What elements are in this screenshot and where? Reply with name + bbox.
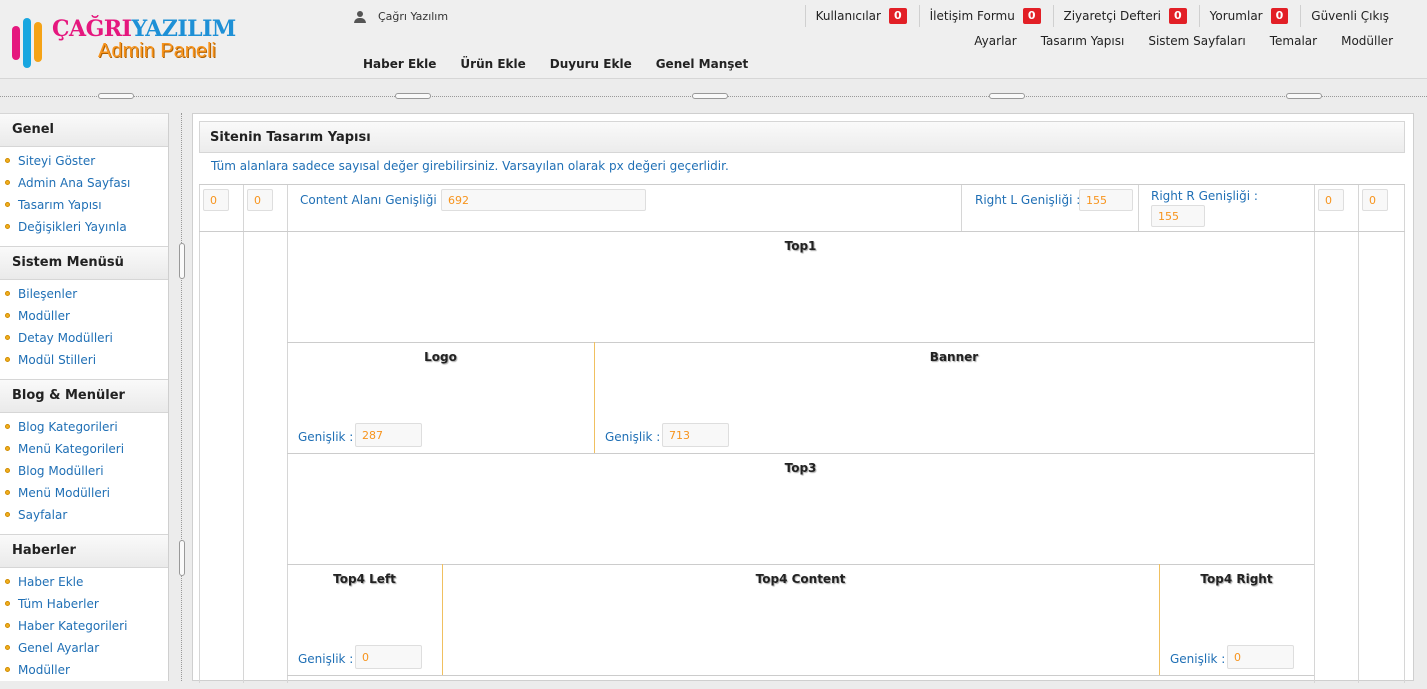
users-count-badge: 0 xyxy=(888,8,907,24)
sidebar-group-title[interactable]: Sistem Menüsü xyxy=(0,246,168,280)
sidebar: Genel Siteyi Göster Admin Ana Sayfası Ta… xyxy=(0,113,169,681)
right-r-width-label: Right R Genişliği : xyxy=(1151,189,1258,203)
top4-left-width-label: Genişlik : xyxy=(298,652,354,666)
sidebar-group-title[interactable]: Haberler xyxy=(0,534,168,568)
sidebar-resize-handle[interactable] xyxy=(179,243,185,279)
sidebar-resize-handle[interactable] xyxy=(179,540,185,576)
sidebar-item-blog-modules[interactable]: Blog Modülleri xyxy=(0,460,168,482)
sidebar-item-pages[interactable]: Sayfalar xyxy=(0,504,168,526)
quick-general-headline[interactable]: Genel Manşet xyxy=(656,57,749,71)
quick-nav: Haber Ekle Ürün Ekle Duyuru Ekle Genel M… xyxy=(363,57,748,71)
sidebar-item-general-settings[interactable]: Genel Ayarlar xyxy=(0,637,168,659)
sidebar-item-modules[interactable]: Modüller xyxy=(0,305,168,327)
banner-width-label: Genişlik : xyxy=(605,430,661,444)
contact-count-badge: 0 xyxy=(1022,8,1041,24)
right-outer-width-input[interactable]: 0 xyxy=(1362,189,1388,211)
top4-right-width-input[interactable]: 0 xyxy=(1227,645,1294,669)
sidebar-item-publish-changes[interactable]: Değişikleri Yayınla xyxy=(0,216,168,238)
sidebar-item-add-news[interactable]: Haber Ekle xyxy=(0,571,168,593)
guestbook-count-badge: 0 xyxy=(1169,8,1187,24)
quick-add-announcement[interactable]: Duyuru Ekle xyxy=(550,57,632,71)
sidebar-group-general: Genel Siteyi Göster Admin Ana Sayfası Ta… xyxy=(0,113,168,246)
brand-subtitle: Admin Paneli xyxy=(98,40,216,62)
subnav-design-structure[interactable]: Tasarım Yapısı xyxy=(1041,34,1125,48)
layout-grid: 0 0 Content Alanı Genişliği : 692 Right … xyxy=(199,184,1405,683)
banner-width-input[interactable]: 713 xyxy=(662,423,729,447)
sidebar-item-news-categories[interactable]: Haber Kategorileri xyxy=(0,615,168,637)
top4-right-width-label: Genişlik : xyxy=(1170,652,1226,666)
sidebar-group-title[interactable]: Blog & Menüler xyxy=(0,379,168,413)
user-name: Çağrı Yazılım xyxy=(378,10,449,23)
resize-handle[interactable] xyxy=(989,93,1025,99)
sub-nav: Ayarlar Tasarım Yapısı Sistem Sayfaları … xyxy=(974,34,1393,48)
sidebar-item-module-styles[interactable]: Modül Stilleri xyxy=(0,349,168,371)
sidebar-item-design-structure[interactable]: Tasarım Yapısı xyxy=(0,194,168,216)
header: ÇAĞRIYAZILIM Admin Paneli Çağrı Yazılım … xyxy=(0,0,1427,79)
right-l-width-label: Right L Genişliği : xyxy=(975,193,1081,207)
sidebar-item-view-site[interactable]: Siteyi Göster xyxy=(0,150,168,172)
resize-handle[interactable] xyxy=(98,93,134,99)
quick-add-news[interactable]: Haber Ekle xyxy=(363,57,436,71)
left-inner-width-input[interactable]: 0 xyxy=(247,189,273,211)
top4-left-width-input[interactable]: 0 xyxy=(355,645,422,669)
sidebar-group-title[interactable]: Genel xyxy=(0,113,168,147)
content-width-input[interactable]: 692 xyxy=(441,189,646,211)
main-panel: Sitenin Tasarım Yapısı Tüm alanlara sade… xyxy=(192,113,1414,683)
top-nav: Kullanıcılar 0 İletişim Formu 0 Ziyaretçi … xyxy=(804,5,1401,27)
page-title: Sitenin Tasarım Yapısı xyxy=(199,121,1405,153)
sidebar-item-news-modules[interactable]: Modüller xyxy=(0,659,168,681)
right-inner-width-input[interactable]: 0 xyxy=(1318,189,1344,211)
sidebar-group-blog-menus: Blog & Menüler Blog Kategorileri Menü Ka… xyxy=(0,379,168,534)
banner-area-title: Banner xyxy=(929,350,979,364)
current-user[interactable]: Çağrı Yazılım xyxy=(354,10,448,23)
sidebar-item-menu-modules[interactable]: Menü Modülleri xyxy=(0,482,168,504)
subnav-modules[interactable]: Modüller xyxy=(1341,34,1393,48)
info-text: Tüm alanlara sadece sayısal değer girebi… xyxy=(211,159,729,173)
top1-area-title: Top1 xyxy=(784,239,817,253)
sidebar-item-all-news[interactable]: Tüm Haberler xyxy=(0,593,168,615)
logo-area-title: Logo xyxy=(424,350,457,364)
top4-left-area-title: Top4 Left xyxy=(333,572,396,586)
right-r-width-input[interactable]: 155 xyxy=(1151,205,1205,227)
top4-right-area-title: Top4 Right xyxy=(1200,572,1273,586)
top4-content-area-title: Top4 Content xyxy=(755,572,846,586)
comments-count-badge: 0 xyxy=(1270,8,1289,24)
user-icon xyxy=(354,10,366,23)
sidebar-item-menu-categories[interactable]: Menü Kategorileri xyxy=(0,438,168,460)
subnav-system-pages[interactable]: Sistem Sayfaları xyxy=(1148,34,1245,48)
right-l-width-input[interactable]: 155 xyxy=(1079,189,1133,211)
resize-handle[interactable] xyxy=(395,93,431,99)
topnav-comments[interactable]: Yorumlar 0 xyxy=(1198,5,1301,27)
quick-add-product[interactable]: Ürün Ekle xyxy=(460,57,525,71)
sidebar-item-components[interactable]: Bileşenler xyxy=(0,283,168,305)
sidebar-item-detail-modules[interactable]: Detay Modülleri xyxy=(0,327,168,349)
topnav-contact-form[interactable]: İletişim Formu 0 xyxy=(918,5,1053,27)
sidebar-group-system-menu: Sistem Menüsü Bileşenler Modüller Detay … xyxy=(0,246,168,379)
resize-handle[interactable] xyxy=(1286,93,1322,99)
top3-area-title: Top3 xyxy=(784,461,817,475)
subnav-settings[interactable]: Ayarlar xyxy=(974,34,1016,48)
subnav-themes[interactable]: Temalar xyxy=(1270,34,1317,48)
left-outer-width-input[interactable]: 0 xyxy=(203,189,229,211)
content-width-label: Content Alanı Genişliği : xyxy=(300,193,445,207)
resize-strip xyxy=(0,79,1427,109)
logo-width-label: Genişlik : xyxy=(298,430,354,444)
logo-width-input[interactable]: 287 xyxy=(355,423,422,447)
sidebar-item-blog-categories[interactable]: Blog Kategorileri xyxy=(0,416,168,438)
sidebar-item-admin-home[interactable]: Admin Ana Sayfası xyxy=(0,172,168,194)
logout-link[interactable]: Güvenli Çıkış xyxy=(1300,5,1401,27)
topnav-users[interactable]: Kullanıcılar 0 xyxy=(804,5,919,27)
logo[interactable]: ÇAĞRIYAZILIM Admin Paneli xyxy=(12,14,236,68)
brand-name: ÇAĞRIYAZILIM xyxy=(52,16,236,42)
sidebar-group-news: Haberler Haber Ekle Tüm Haberler Haber K… xyxy=(0,534,168,689)
topnav-guestbook[interactable]: Ziyaretçi Defteri 0 xyxy=(1052,5,1199,27)
resize-handle[interactable] xyxy=(692,93,728,99)
